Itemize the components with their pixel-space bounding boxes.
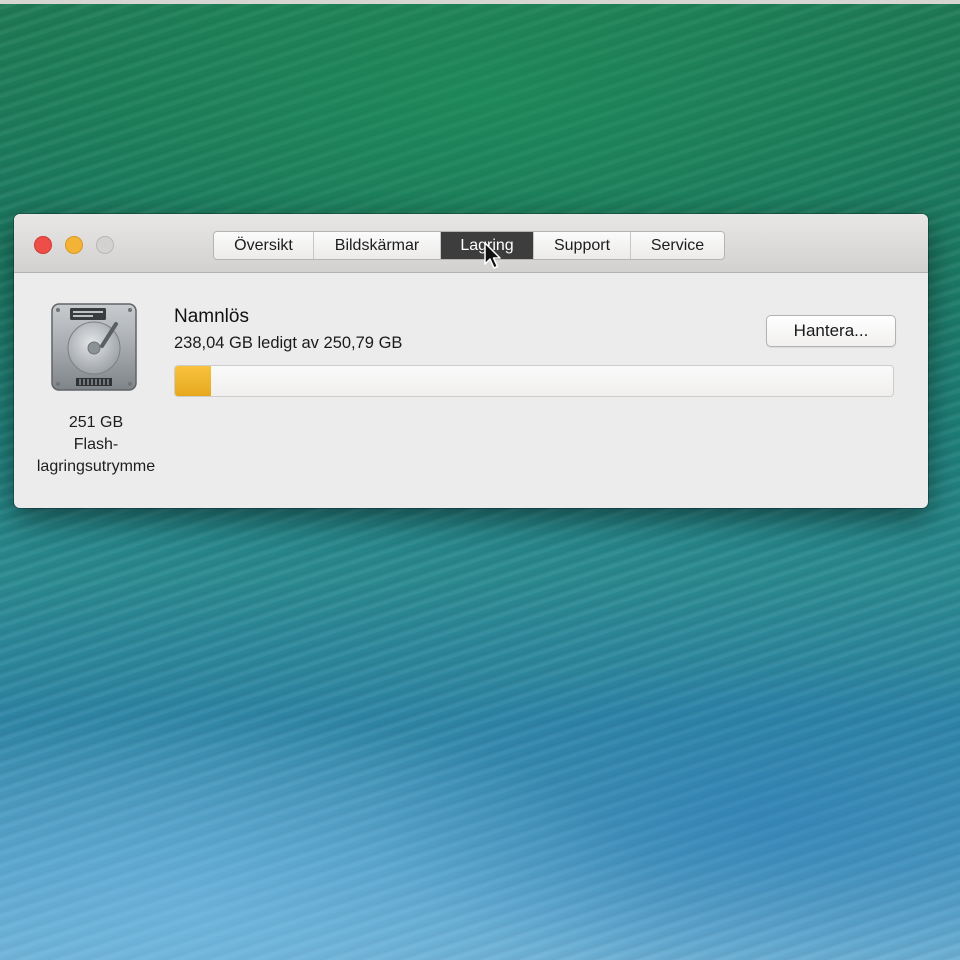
disk-type-line2: lagringsutrymme	[36, 458, 156, 475]
tab-bar: Översikt Bildskärmar Lagring Support Ser…	[213, 231, 725, 260]
hard-drive-icon	[51, 303, 137, 391]
disk-capacity: 251 GB	[68, 414, 124, 431]
tab-support[interactable]: Support	[534, 232, 631, 259]
storage-usage-bar	[174, 365, 894, 397]
about-this-mac-window: Översikt Bildskärmar Lagring Support Ser…	[14, 214, 928, 508]
tab-bildskarmar[interactable]: Bildskärmar	[314, 232, 441, 259]
disk-caption: 251 GB Flash- lagringsutrymme	[14, 412, 178, 478]
desktop-top-edge	[0, 0, 960, 4]
title-bar: Översikt Bildskärmar Lagring Support Ser…	[14, 214, 928, 273]
storage-usage-fill	[175, 366, 212, 396]
manage-button[interactable]: Hantera...	[766, 315, 896, 347]
volume-free-space: 238,04 GB ledigt av 250,79 GB	[174, 334, 403, 352]
minimize-window-button[interactable]	[65, 236, 83, 254]
volume-name: Namnlös	[174, 306, 249, 327]
disk-type-line1: Flash-	[73, 436, 119, 453]
mouse-pointer-icon	[484, 242, 501, 269]
tab-oversikt[interactable]: Översikt	[214, 232, 314, 259]
tab-service[interactable]: Service	[631, 232, 724, 259]
close-window-button[interactable]	[34, 236, 52, 254]
zoom-window-button[interactable]	[96, 236, 114, 254]
